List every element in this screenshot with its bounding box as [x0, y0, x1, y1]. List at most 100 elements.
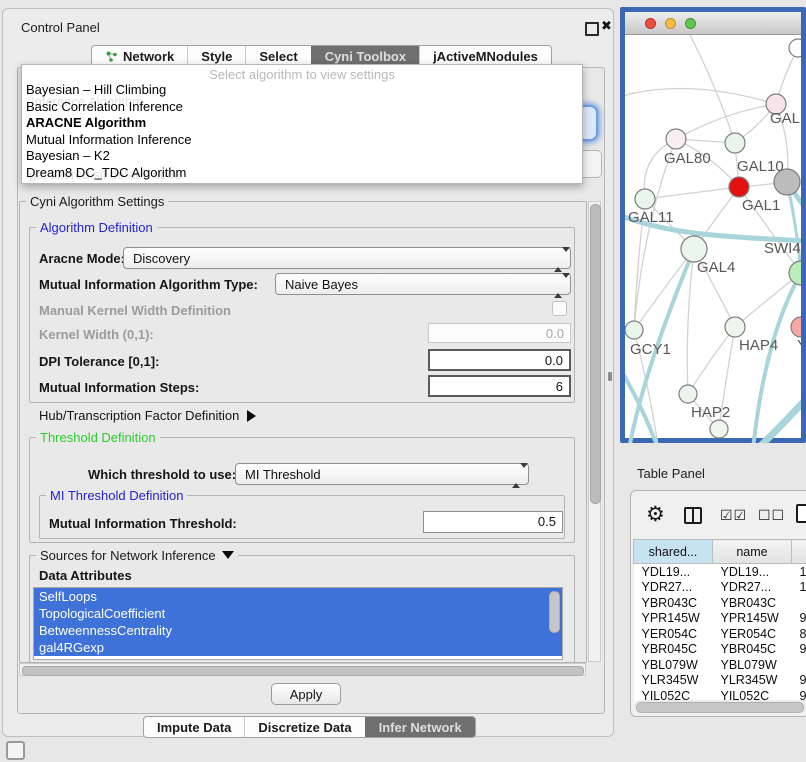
table-cell[interactable]: 9.	[792, 673, 806, 689]
algorithm-option-mutual-information-inference[interactable]: Mutual Information Inference	[22, 132, 582, 149]
manual-kernel-width-checkbox[interactable]	[552, 301, 567, 316]
which-threshold-combo[interactable]: MI Threshold	[235, 463, 529, 485]
tab-select[interactable]: Select	[245, 46, 310, 66]
network-node-gal10[interactable]	[725, 133, 745, 153]
table-row[interactable]: YLR345WYLR345W9.	[634, 673, 806, 689]
tab-style[interactable]: Style	[187, 46, 245, 66]
collapsed-arrow-icon[interactable]	[247, 410, 256, 422]
data-attribute-item-selfloops[interactable]: SelfLoops	[34, 588, 562, 605]
table-row[interactable]: YPR145WYPR145W9.	[634, 611, 806, 627]
network-edge[interactable]	[625, 88, 776, 104]
table-cell[interactable]: YER054C	[634, 626, 713, 642]
mi-threshold-field[interactable]: 0.5	[423, 511, 563, 533]
tab-impute-data[interactable]: Impute Data	[144, 717, 244, 737]
table-cell[interactable]: YBR045C	[634, 642, 713, 658]
close-traffic-light[interactable]	[645, 18, 656, 29]
table-cell[interactable]: YBL079W	[713, 657, 792, 673]
table-row[interactable]: YBR045CYBR045C9.	[634, 642, 806, 658]
table-cell[interactable]: YDR27...	[634, 580, 713, 596]
algorithm-option-aracne-algorithm[interactable]: ARACNE Algorithm	[22, 115, 582, 132]
dpi-tolerance-field[interactable]: 0.0	[428, 349, 571, 371]
tab-discretize-data[interactable]: Discretize Data	[244, 717, 364, 737]
settings-horizontal-scrollbar-thumb[interactable]	[22, 666, 584, 676]
table-cell[interactable]: 9.	[792, 642, 806, 658]
network-window-titlebar[interactable]	[625, 12, 801, 35]
settings-vertical-scrollbar-thumb[interactable]	[590, 204, 601, 504]
network-canvas[interactable]: GALGAL80GAL10GAL1GAL11GAL4SWI4GCY1HAP4YH…	[625, 35, 801, 443]
table-cell[interactable]: YLR345W	[634, 673, 713, 689]
algorithm-option-bayesian-k2[interactable]: Bayesian – K2	[22, 148, 582, 165]
algorithm-option-bayesian-hill-climbing[interactable]: Bayesian – Hill Climbing	[22, 82, 582, 99]
network-edge[interactable]	[688, 327, 735, 394]
apply-button[interactable]: Apply	[271, 683, 341, 705]
data-attributes-list[interactable]: SelfLoopsTopologicalCoefficientBetweenne…	[33, 587, 563, 660]
network-edge[interactable]	[735, 273, 801, 327]
table-cell[interactable]: YPR145W	[634, 611, 713, 627]
column-header-extra[interactable]	[792, 540, 806, 564]
zoom-traffic-light[interactable]	[685, 18, 696, 29]
table-cell[interactable]: YDL19...	[713, 564, 792, 580]
table-cell[interactable]	[792, 595, 806, 611]
table-cell[interactable]: YBR045C	[713, 642, 792, 658]
mi-steps-field[interactable]: 6	[428, 375, 571, 397]
list-scrollbar[interactable]	[549, 591, 560, 633]
expanded-arrow-icon[interactable]	[222, 551, 234, 559]
table-hscrollbar-thumb[interactable]	[636, 702, 804, 713]
aracne-mode-combo[interactable]: Discovery	[123, 247, 571, 269]
data-attribute-item-topologicalcoefficient[interactable]: TopologicalCoefficient	[34, 605, 562, 622]
document-icon[interactable]	[796, 504, 806, 523]
tab-jactivemnodules[interactable]: jActiveMNodules	[419, 46, 551, 66]
network-node-gal11[interactable]	[635, 189, 655, 209]
table-cell[interactable]: YBR043C	[713, 595, 792, 611]
table-row[interactable]: YDR27...YDR27...12	[634, 580, 806, 596]
restore-panel-icon[interactable]	[6, 741, 25, 760]
table-row[interactable]: YDL19...YDL19...13	[634, 564, 806, 580]
table-row[interactable]: YBL079WYBL079W	[634, 657, 806, 673]
split-view-icon[interactable]	[684, 507, 702, 524]
table-cell[interactable]: YLR345W	[713, 673, 792, 689]
mi-algorithm-type-combo[interactable]: Naive Bayes	[275, 273, 571, 295]
network-node[interactable]	[710, 420, 728, 438]
close-icon[interactable]: ✖	[601, 18, 612, 34]
table-cell[interactable]: 9.	[792, 611, 806, 627]
network-edge[interactable]	[753, 273, 801, 443]
table-cell[interactable]: 8.	[792, 626, 806, 642]
table-row[interactable]: YER054CYER054C8.	[634, 626, 806, 642]
table-cell[interactable]: YBL079W	[634, 657, 713, 673]
network-node-hap2[interactable]	[679, 385, 697, 403]
network-node-gal1[interactable]	[729, 177, 749, 197]
table-cell[interactable]: YER054C	[713, 626, 792, 642]
table-cell[interactable]: 13	[792, 564, 806, 580]
network-edge[interactable]	[625, 367, 659, 443]
algorithm-option-dream8-dc-tdc-algorithm[interactable]: Dream8 DC_TDC Algorithm	[22, 165, 582, 182]
table-row[interactable]: YBR043CYBR043C	[634, 595, 806, 611]
table-cell[interactable]: YPR145W	[713, 611, 792, 627]
deselect-all-columns-icon[interactable]: ☐☐	[758, 507, 785, 524]
tab-infer-network[interactable]: Infer Network	[365, 717, 475, 737]
table-cell[interactable]	[792, 657, 806, 673]
data-attribute-item-gal4rgexp[interactable]: gal4RGexp	[34, 639, 562, 656]
sources-group-title[interactable]: Sources for Network Inference	[36, 548, 238, 563]
table-cell[interactable]: 12	[792, 580, 806, 596]
column-header-shared[interactable]: shared...	[634, 540, 713, 564]
table-cell[interactable]: YDL19...	[634, 564, 713, 580]
hub-definition-section[interactable]: Hub/Transcription Factor Definition	[39, 408, 256, 423]
tab-cyni-toolbox[interactable]: Cyni Toolbox	[311, 46, 419, 66]
algorithm-option-basic-correlation-inference[interactable]: Basic Correlation Inference	[22, 99, 582, 116]
network-node[interactable]	[789, 39, 801, 57]
network-node-hap4[interactable]	[725, 317, 745, 337]
column-header-name[interactable]: name	[713, 540, 792, 564]
network-node-gcy1[interactable]	[625, 321, 643, 339]
panel-divider-handle[interactable]	[608, 372, 612, 381]
network-node-y[interactable]	[791, 317, 801, 337]
table-cell[interactable]: YBR043C	[634, 595, 713, 611]
table-cell[interactable]: YDR27...	[713, 580, 792, 596]
select-all-columns-icon[interactable]: ☑☑	[720, 507, 747, 524]
data-attribute-item-betweennesscentrality[interactable]: BetweennessCentrality	[34, 622, 562, 639]
gear-icon[interactable]: ⚙	[646, 504, 665, 525]
minimize-traffic-light[interactable]	[665, 18, 676, 29]
float-window-icon[interactable]	[585, 22, 599, 36]
network-node-gal80[interactable]	[666, 129, 686, 149]
kernel-width-field[interactable]: 0.0	[428, 323, 571, 343]
network-edge[interactable]	[687, 249, 694, 394]
